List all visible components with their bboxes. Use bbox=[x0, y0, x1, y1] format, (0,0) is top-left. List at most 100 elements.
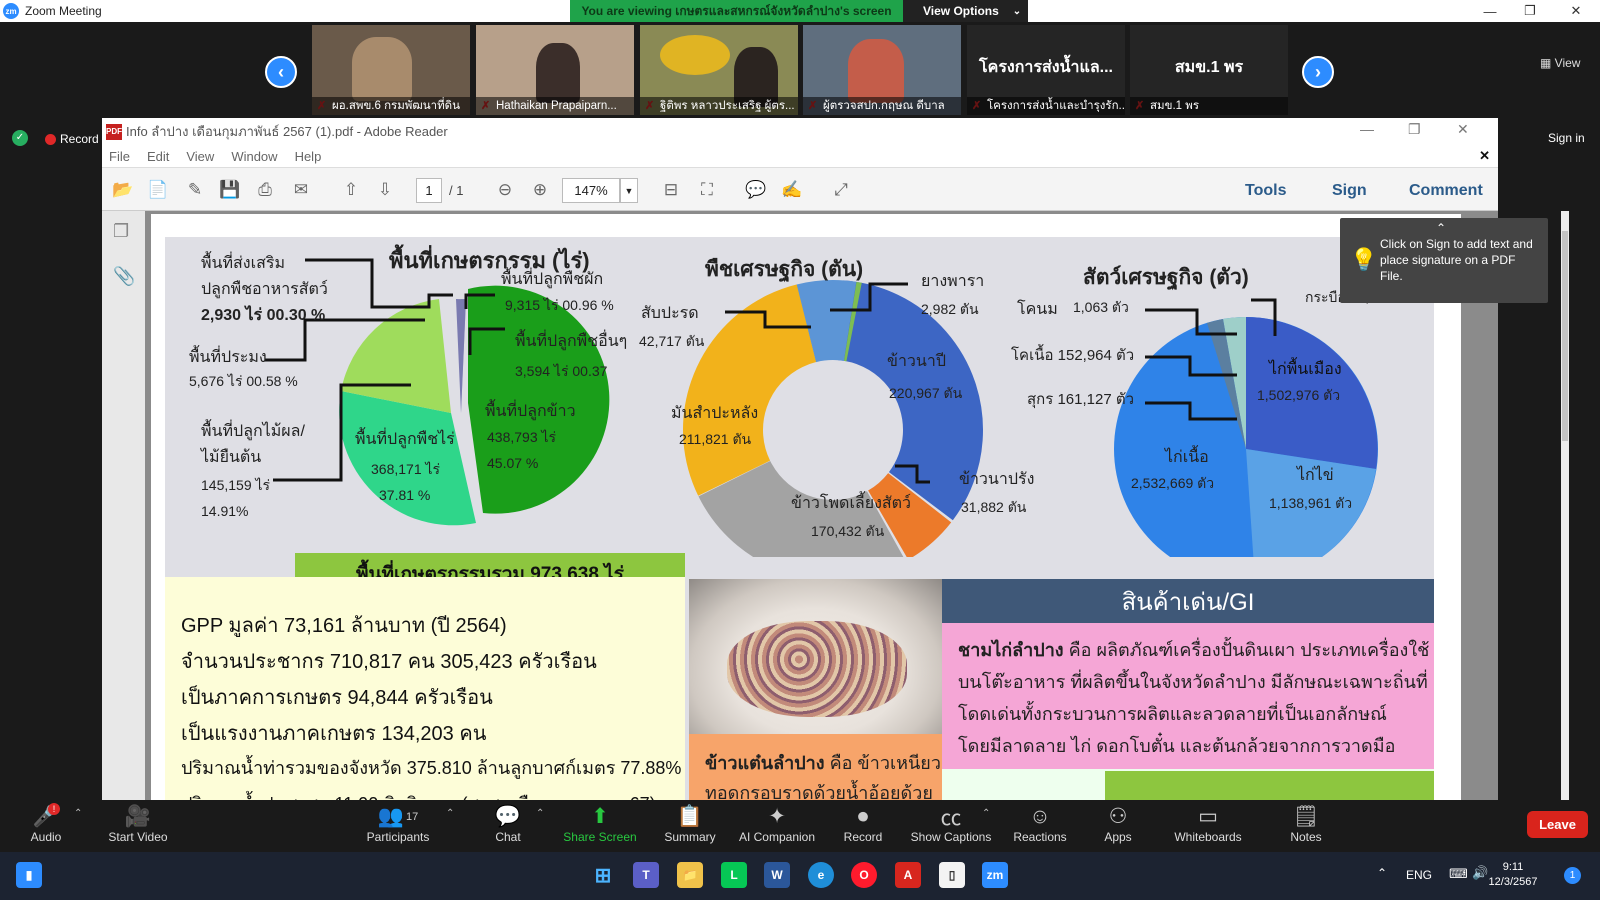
zoom-out-icon[interactable]: ⊖ bbox=[492, 177, 518, 203]
gallery-prev-button[interactable]: ‹ bbox=[265, 56, 297, 88]
scrollbar-thumb[interactable] bbox=[1562, 231, 1568, 441]
livestock-label-broiler: ไก่เนื้อ bbox=[1165, 449, 1209, 466]
sign-in-link[interactable]: Sign in bbox=[1548, 131, 1585, 145]
zoom-dropdown-icon[interactable]: ▼ bbox=[620, 178, 638, 203]
livestock-label-layer: ไก่ไข่ bbox=[1297, 467, 1334, 484]
sign-pane-button[interactable]: Sign bbox=[1332, 182, 1367, 200]
share-screen-button[interactable]: ⬆ Share Screen bbox=[560, 803, 640, 844]
zoom-in-icon[interactable]: ⊕ bbox=[527, 177, 553, 203]
show-captions-button[interactable]: ㏄ Show Captions bbox=[910, 803, 992, 845]
menu-help[interactable]: Help bbox=[295, 149, 322, 164]
save-icon[interactable]: 💾 bbox=[217, 177, 243, 203]
captions-caret-icon[interactable]: ⌃ bbox=[982, 808, 990, 819]
adobe-minimize-icon[interactable]: — bbox=[1360, 121, 1374, 137]
apps-button[interactable]: ⚇ Apps bbox=[1078, 803, 1158, 844]
notes-label: Notes bbox=[1290, 830, 1322, 844]
close-document-icon[interactable]: ✕ bbox=[1479, 148, 1490, 164]
tools-pane-button[interactable]: Tools bbox=[1245, 182, 1286, 200]
comment-pane-button[interactable]: Comment bbox=[1409, 182, 1483, 200]
record-button[interactable]: ⏺ Record bbox=[823, 803, 903, 845]
edit-pdf-icon[interactable]: ✎ bbox=[182, 177, 208, 203]
page-number-input[interactable]: 1 bbox=[416, 178, 442, 203]
chevron-up-icon[interactable]: ⌃ bbox=[1436, 220, 1446, 236]
audio-warning-badge: ! bbox=[48, 803, 60, 815]
ai-companion-button[interactable]: ✦ AI Companion bbox=[737, 803, 817, 844]
reactions-button[interactable]: ☺ Reactions bbox=[1000, 803, 1080, 845]
participants-button[interactable]: 👥 17 Participants bbox=[358, 803, 438, 845]
input-language[interactable]: ENG bbox=[1406, 868, 1432, 882]
menu-file[interactable]: File bbox=[109, 149, 130, 164]
next-page-icon[interactable]: ⇩ bbox=[372, 177, 398, 203]
participants-caret-icon[interactable]: ⌃ bbox=[446, 808, 454, 819]
file-explorer-icon[interactable]: 📁 bbox=[677, 862, 703, 888]
participants-label: Participants bbox=[366, 830, 430, 844]
gallery-next-button[interactable]: › bbox=[1302, 56, 1334, 88]
adobe-document-area: ❐ 📎 พื้นที่เกษตรกรรม (ไร่) พื้นที่ส่งเสร… bbox=[102, 211, 1569, 801]
navigation-pane: ❐ 📎 bbox=[102, 211, 145, 800]
menu-window[interactable]: Window bbox=[231, 149, 277, 164]
restore-icon[interactable]: ❐ bbox=[1510, 0, 1550, 22]
page-thumbnails-icon[interactable]: ❐ bbox=[113, 221, 133, 243]
khao-taen-line1: คือ ข้าวเหนียว bbox=[824, 753, 941, 773]
email-icon[interactable]: ✉ bbox=[288, 177, 314, 203]
close-icon[interactable]: ✕ bbox=[1556, 0, 1596, 22]
notepad-icon[interactable]: ▯ bbox=[939, 862, 965, 888]
start-video-button[interactable]: 🎥 Start Video bbox=[98, 803, 178, 845]
agri-label-feed2: ปลูกพืชอาหารสัตว์ bbox=[201, 281, 328, 298]
participant-tile[interactable]: ✗ ผู้ตรวจสปก.กฤษณ ดีบาล bbox=[803, 25, 961, 115]
view-button[interactable]: ▦ View bbox=[1540, 56, 1580, 70]
leave-button[interactable]: Leave bbox=[1527, 811, 1588, 838]
open-file-icon[interactable]: 📂 bbox=[110, 177, 136, 203]
zoom-logo-icon: zm bbox=[3, 3, 19, 19]
security-shield-icon[interactable]: ✓ bbox=[12, 130, 28, 146]
tray-overflow-icon[interactable]: ⌃ bbox=[1377, 866, 1387, 880]
sparkle-icon: ✦ bbox=[768, 805, 786, 828]
zoom-app-icon[interactable]: zm bbox=[982, 862, 1008, 888]
recording-indicator[interactable]: Record bbox=[45, 132, 99, 146]
minimize-icon[interactable]: — bbox=[1470, 0, 1510, 22]
prev-page-icon[interactable]: ⇧ bbox=[338, 177, 364, 203]
share-banner: You are viewing เกษตรและสหกรณ์จังหวัดลำป… bbox=[570, 0, 903, 22]
audio-caret-icon[interactable]: ⌃ bbox=[74, 808, 82, 819]
participant-tile[interactable]: ✗ ผอ.สพข.6 กรมพัฒนาที่ดิน bbox=[312, 25, 470, 115]
fit-width-icon[interactable]: ⛶ bbox=[694, 177, 720, 203]
network-icon[interactable]: ⌨ bbox=[1449, 866, 1468, 882]
participant-tile[interactable]: สมข.1 พร ✗ สมข.1 พร bbox=[1130, 25, 1288, 115]
participant-name: สมข.1 พร bbox=[1130, 97, 1288, 115]
participant-tile[interactable]: ✗ Hathaikan Prapaiparn... bbox=[476, 25, 634, 115]
fullscreen-icon[interactable]: ⤢ bbox=[828, 177, 854, 203]
menu-view[interactable]: View bbox=[186, 149, 214, 164]
gi-line4: โดยมีลาดลาย ไก่ ดอกโบตั๋น และต้นกล้วยจาก… bbox=[958, 736, 1396, 756]
system-clock[interactable]: 9:11 12/3/2567 bbox=[1483, 860, 1543, 890]
word-icon[interactable]: W bbox=[764, 862, 790, 888]
zoom-level-input[interactable]: 147% bbox=[562, 178, 620, 203]
summary-button[interactable]: 📋 Summary bbox=[650, 803, 730, 845]
teams-icon[interactable]: T bbox=[633, 862, 659, 888]
opera-icon[interactable]: O bbox=[851, 862, 877, 888]
windows-start-icon[interactable]: ⊞ bbox=[590, 862, 616, 888]
notes-button[interactable]: 🗒 Notes bbox=[1266, 803, 1346, 845]
whiteboards-button[interactable]: ▭ Whiteboards bbox=[1168, 803, 1248, 844]
fit-page-icon[interactable]: ⊟ bbox=[658, 177, 684, 203]
attachments-icon[interactable]: 📎 bbox=[113, 266, 135, 288]
chevron-down-icon: ⌄ bbox=[1012, 5, 1022, 17]
notification-badge[interactable]: 1 bbox=[1564, 867, 1581, 884]
pdf-scrollbar[interactable] bbox=[1561, 211, 1569, 801]
crops-label-rice2: ข้าวนาปรัง bbox=[959, 471, 1035, 488]
line-icon[interactable]: L bbox=[721, 862, 747, 888]
comment-icon[interactable]: 💬 bbox=[743, 177, 769, 203]
agri-label-veg: พื้นที่ปลูกพืชผัก bbox=[501, 271, 604, 288]
menu-edit[interactable]: Edit bbox=[147, 149, 169, 164]
acrobat-icon[interactable]: A bbox=[895, 862, 921, 888]
participant-tile[interactable]: ✗ ฐิติพร หลาวประเสริฐ ผู้ตร... bbox=[640, 25, 798, 115]
create-pdf-icon[interactable]: 📄 bbox=[145, 177, 171, 203]
adobe-restore-icon[interactable]: ❐ bbox=[1408, 121, 1421, 138]
widgets-icon[interactable]: ▮ bbox=[16, 862, 42, 888]
chat-caret-icon[interactable]: ⌃ bbox=[536, 808, 544, 819]
highlight-icon[interactable]: ✍ bbox=[779, 177, 805, 203]
view-options-button[interactable]: View Options ⌄ bbox=[903, 0, 1028, 22]
print-icon[interactable]: ⎙ bbox=[252, 177, 278, 203]
adobe-close-icon[interactable]: ✕ bbox=[1457, 121, 1469, 138]
edge-icon[interactable]: e bbox=[808, 862, 834, 888]
participant-tile[interactable]: โครงการส่งน้ำแล... ✗ โครงการส่งน้ำและบำร… bbox=[967, 25, 1125, 115]
